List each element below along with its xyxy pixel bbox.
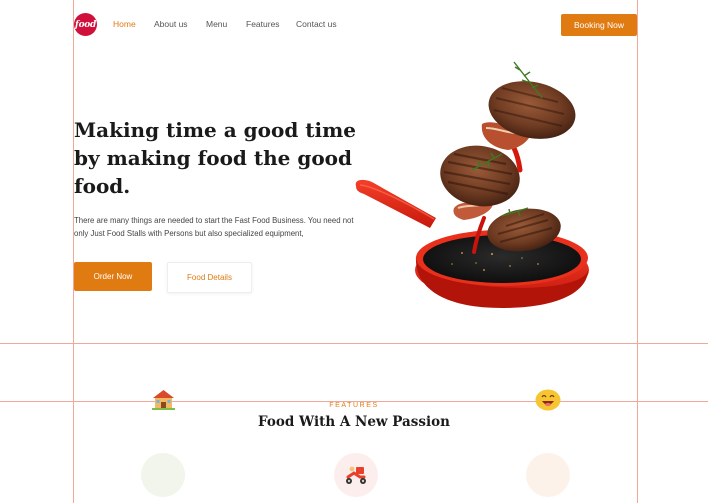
features-eyebrow: FEATURES bbox=[329, 402, 379, 409]
nav-item-contact[interactable]: Contact us bbox=[296, 19, 337, 29]
hero-description: There are many things are needed to star… bbox=[74, 216, 354, 238]
hero-title: Making time a good time by making food t… bbox=[74, 118, 356, 198]
brand-logo[interactable]: food bbox=[74, 13, 97, 36]
feature-card-1[interactable] bbox=[141, 453, 185, 497]
order-now-button[interactable]: Order Now bbox=[74, 262, 152, 291]
food-details-button[interactable]: Food Details bbox=[167, 262, 252, 293]
nav-item-features[interactable]: Features bbox=[246, 19, 280, 29]
feature-card-2[interactable] bbox=[334, 453, 378, 497]
features-title: Food With A New Passion bbox=[258, 414, 450, 430]
nav-item-home[interactable]: Home bbox=[113, 19, 136, 29]
delivery-scooter-icon bbox=[346, 466, 366, 484]
nav-item-menu[interactable]: Menu bbox=[206, 19, 227, 29]
nav-item-about[interactable]: About us bbox=[154, 19, 188, 29]
guide-line-top bbox=[0, 343, 708, 344]
feature-card-3[interactable] bbox=[526, 453, 570, 497]
booking-button[interactable]: Booking Now bbox=[561, 14, 637, 36]
logo-text: food bbox=[75, 19, 96, 30]
hero-frying-pan-image bbox=[355, 61, 589, 308]
